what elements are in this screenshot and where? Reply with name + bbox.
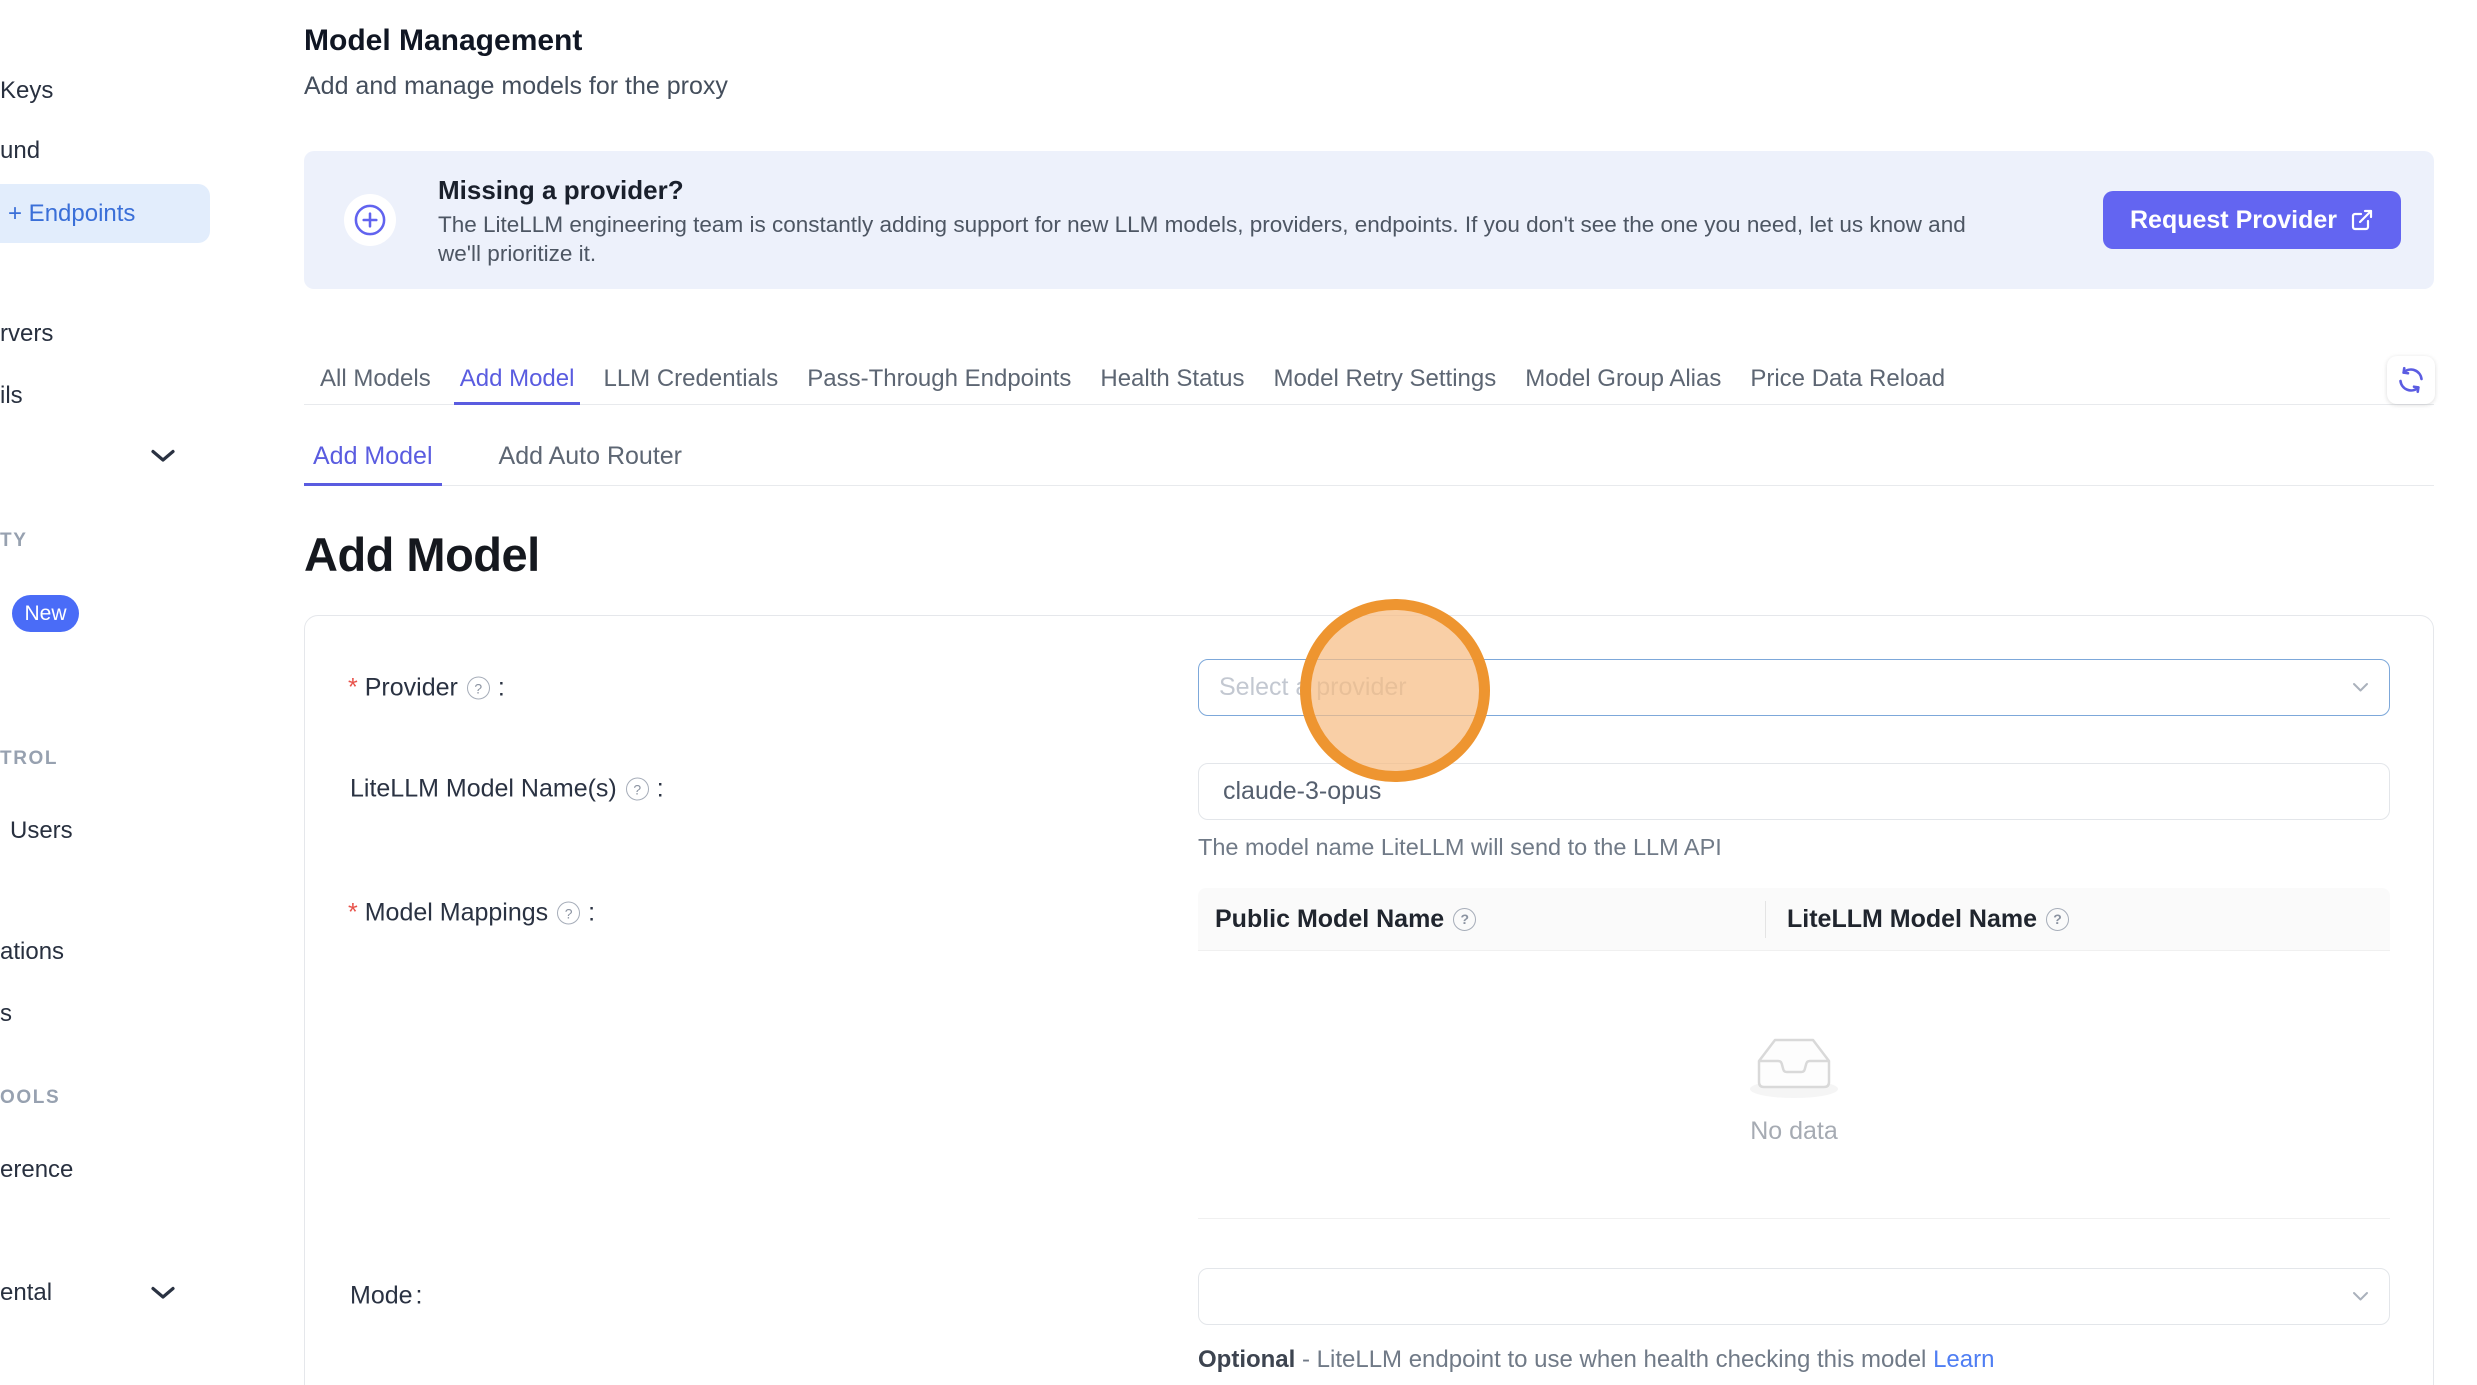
column-divider xyxy=(1765,901,1766,938)
sidebar-item-organizations[interactable]: ations xyxy=(0,938,64,966)
tab-pass-through-endpoints[interactable]: Pass-Through Endpoints xyxy=(801,356,1077,405)
chevron-down-icon xyxy=(2352,1291,2369,1302)
sidebar-item-teams[interactable]: s xyxy=(0,1000,12,1028)
sidebar-section-heading: TROL xyxy=(0,748,58,770)
sidebar-item-reference[interactable]: erence xyxy=(0,1156,73,1184)
column-header-text: Public Model Name xyxy=(1215,905,1444,934)
label-colon: : xyxy=(498,674,505,703)
missing-provider-banner: Missing a provider? The LiteLLM engineer… xyxy=(304,151,2434,289)
help-icon[interactable]: ? xyxy=(467,677,490,700)
sidebar-item-experimental[interactable]: ental xyxy=(0,1279,52,1307)
no-data-text: No data xyxy=(1198,1117,2390,1146)
add-model-subtabs: Add Model Add Auto Router xyxy=(304,430,2434,486)
page-subtitle: Add and manage models for the proxy xyxy=(304,72,728,101)
banner-title: Missing a provider? xyxy=(438,175,684,206)
page-title: Model Management xyxy=(304,24,582,58)
add-model-heading: Add Model xyxy=(304,527,540,582)
model-mappings-label-text: Model Mappings xyxy=(365,899,548,928)
model-name-label: LiteLLM Model Name(s) ? : xyxy=(350,775,664,804)
required-marker: * xyxy=(348,674,358,703)
model-name-input[interactable] xyxy=(1198,763,2390,820)
empty-state-icon xyxy=(1198,1025,2390,1106)
tab-llm-credentials[interactable]: LLM Credentials xyxy=(597,356,784,405)
mode-helper-body: - LiteLLM endpoint to use when health ch… xyxy=(1295,1346,1933,1373)
request-provider-label: Request Provider xyxy=(2130,206,2337,235)
new-badge-label: New xyxy=(24,602,66,626)
label-colon: : xyxy=(657,775,664,804)
refresh-icon xyxy=(2396,365,2426,395)
model-mappings-label: * Model Mappings ? : xyxy=(348,899,595,928)
litellm-admin-screen: Keys und + Endpoints rvers ils TY New TR… xyxy=(0,0,2477,1385)
banner-text-line1: The LiteLLM engineering team is constant… xyxy=(438,212,1966,238)
sidebar-item-users[interactable]: Users xyxy=(10,817,73,845)
provider-label: * Provider ? : xyxy=(348,674,505,703)
required-marker: * xyxy=(348,899,358,928)
mode-label-text: Mode xyxy=(350,1282,413,1311)
column-header-public-model-name: Public Model Name ? xyxy=(1198,905,1765,934)
label-colon: : xyxy=(416,1282,423,1311)
sidebar-item-guardrails[interactable]: ils xyxy=(0,382,23,410)
tab-health-status[interactable]: Health Status xyxy=(1094,356,1250,405)
help-icon[interactable]: ? xyxy=(557,902,580,925)
request-provider-button[interactable]: Request Provider xyxy=(2103,191,2401,249)
sidebar-item-playground[interactable]: und xyxy=(0,137,40,165)
banner-text-line2: we'll prioritize it. xyxy=(438,241,596,267)
mode-helper-text: Optional - LiteLLM endpoint to use when … xyxy=(1198,1346,1994,1374)
new-badge[interactable]: New xyxy=(12,595,79,632)
column-header-litellm-model-name: LiteLLM Model Name ? xyxy=(1765,905,2074,934)
tab-price-data-reload[interactable]: Price Data Reload xyxy=(1744,356,1951,405)
sidebar-section-heading: TY xyxy=(0,530,27,552)
external-link-icon xyxy=(2350,208,2374,232)
table-bottom-border xyxy=(1198,1218,2390,1219)
help-icon[interactable]: ? xyxy=(1453,908,1476,931)
sidebar-section-heading: OOLS xyxy=(0,1087,60,1109)
subtab-add-model[interactable]: Add Model xyxy=(304,430,442,486)
sidebar-item-endpoints-active[interactable]: + Endpoints xyxy=(0,184,210,243)
provider-label-text: Provider xyxy=(365,674,458,703)
tab-model-retry-settings[interactable]: Model Retry Settings xyxy=(1267,356,1502,405)
model-name-label-text: LiteLLM Model Name(s) xyxy=(350,775,617,804)
refresh-button[interactable] xyxy=(2387,356,2435,404)
sidebar-item-servers[interactable]: rvers xyxy=(0,320,53,348)
plus-circle-icon xyxy=(344,194,396,246)
sidebar-item-keys[interactable]: Keys xyxy=(0,77,53,105)
tab-add-model[interactable]: Add Model xyxy=(454,356,581,405)
label-colon: : xyxy=(588,899,595,928)
provider-select-placeholder: Select a provider xyxy=(1219,673,1407,702)
optional-bold: Optional xyxy=(1198,1346,1295,1373)
chevron-down-icon xyxy=(2352,682,2369,693)
model-management-tabs: All Models Add Model LLM Credentials Pas… xyxy=(304,356,2434,405)
model-name-helper-text: The model name LiteLLM will send to the … xyxy=(1198,834,1722,861)
help-icon[interactable]: ? xyxy=(2046,908,2069,931)
subtab-add-auto-router[interactable]: Add Auto Router xyxy=(490,430,691,486)
provider-select[interactable]: Select a provider xyxy=(1198,659,2390,716)
help-icon[interactable]: ? xyxy=(626,778,649,801)
chevron-down-icon[interactable] xyxy=(150,449,176,463)
mode-select[interactable] xyxy=(1198,1268,2390,1325)
mode-label: Mode : xyxy=(350,1282,423,1311)
chevron-down-icon[interactable] xyxy=(150,1286,176,1300)
column-header-text: LiteLLM Model Name xyxy=(1787,905,2037,934)
tab-model-group-alias[interactable]: Model Group Alias xyxy=(1519,356,1727,405)
tab-all-models[interactable]: All Models xyxy=(314,356,437,405)
model-mappings-table-header: Public Model Name ? LiteLLM Model Name ? xyxy=(1198,888,2390,951)
learn-link[interactable]: Learn xyxy=(1933,1346,1994,1373)
sidebar-item-endpoints-label: + Endpoints xyxy=(8,200,135,228)
